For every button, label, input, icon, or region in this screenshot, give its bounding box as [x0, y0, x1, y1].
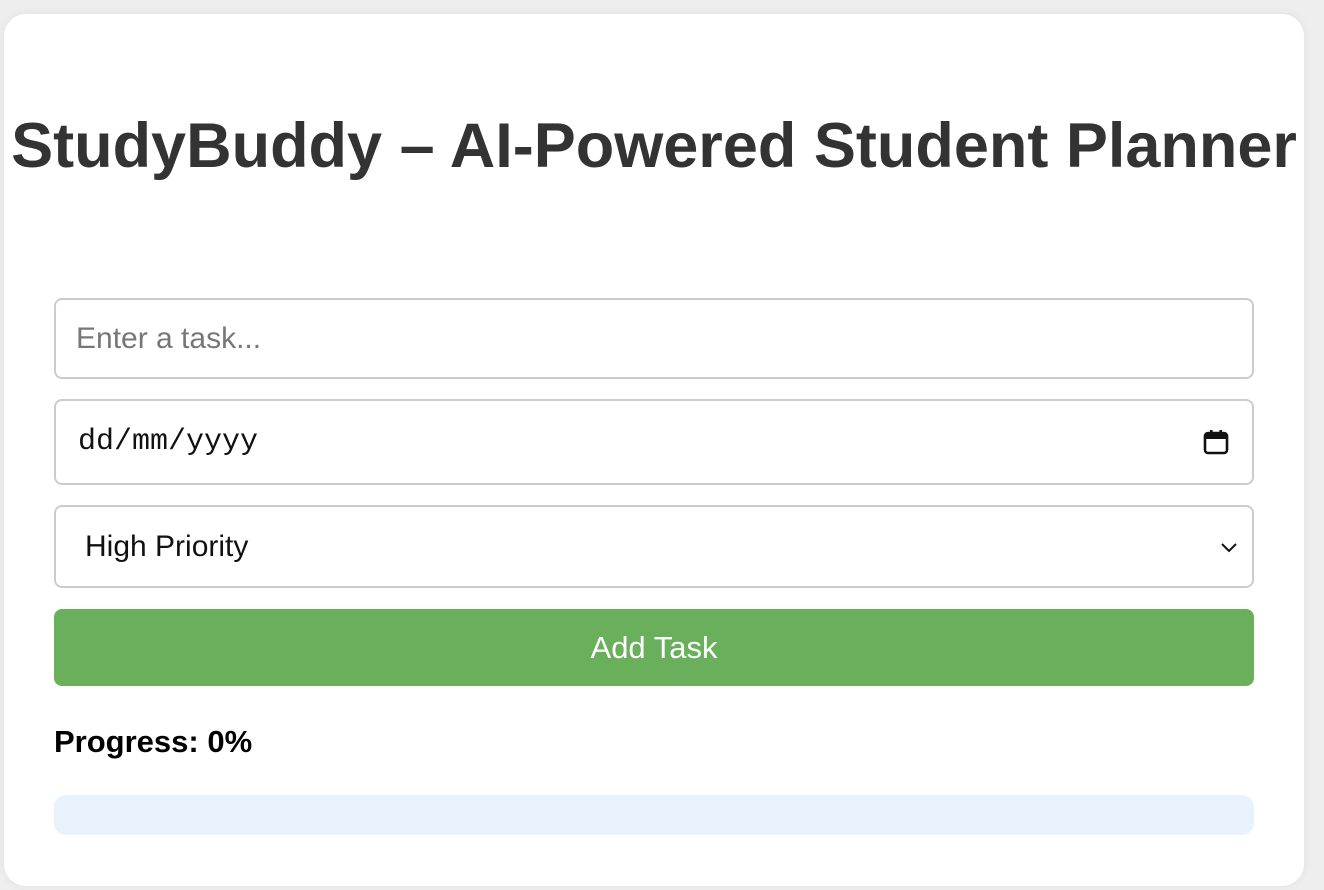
chevron-down-icon — [1221, 542, 1237, 552]
task-input[interactable] — [54, 298, 1254, 379]
due-date-field[interactable]: dd/mm/yyyy — [54, 399, 1254, 485]
priority-select[interactable]: High Priority — [54, 505, 1254, 588]
page-title: StudyBuddy – AI-Powered Student Planner — [11, 111, 1297, 181]
priority-selected-value: High Priority — [85, 529, 249, 563]
progress-label: Progress: 0% — [54, 724, 253, 759]
progress-bar — [54, 795, 1254, 835]
due-date-placeholder: dd/mm/yyyy — [78, 425, 259, 459]
planner-card: StudyBuddy – AI-Powered Student Planner … — [4, 14, 1304, 886]
add-task-button[interactable]: Add Task — [54, 609, 1254, 686]
calendar-icon[interactable] — [1202, 428, 1230, 456]
